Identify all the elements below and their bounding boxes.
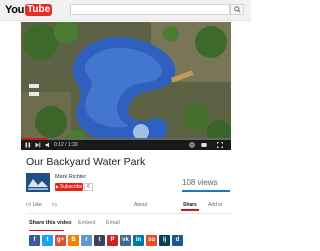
like-label: Like xyxy=(32,202,42,208)
action-bar: 👍︎ Like 👎︎ About Share Add to xyxy=(26,200,231,211)
logo-tube-text: Tube xyxy=(25,3,53,16)
divider xyxy=(26,213,231,214)
view-count: 108 views xyxy=(182,178,218,187)
tumblr-icon[interactable]: t xyxy=(94,235,105,246)
vk-icon[interactable]: vk xyxy=(120,235,131,246)
channel-avatar[interactable] xyxy=(26,173,50,192)
channel-name[interactable]: Mark Richter xyxy=(55,174,86,180)
share-tabs: Share this video Embed Email xyxy=(26,219,231,227)
player-controls: 0:12 / 1:30 xyxy=(21,138,231,150)
like-ratio-bar xyxy=(182,190,230,192)
share-tab-embed[interactable]: Embed xyxy=(78,219,95,227)
search-button[interactable] xyxy=(230,4,244,15)
share-tab-email[interactable]: Email xyxy=(106,219,120,227)
subscribe-label: Subscribe xyxy=(59,184,83,190)
current-time: 0:12 xyxy=(54,142,64,148)
linkedin-icon[interactable]: in xyxy=(133,235,144,246)
dislike-button[interactable]: 👎︎ xyxy=(52,200,57,210)
like-ratio-fill xyxy=(182,190,230,192)
settings-icon[interactable] xyxy=(189,142,195,148)
share-tab-indicator xyxy=(29,230,64,231)
subscribe-play-icon: ▶ xyxy=(55,184,59,189)
livejournal-icon[interactable]: lj xyxy=(159,235,170,246)
social-share-icons: f t g+ Br t Pvk in su lj d xyxy=(29,235,183,246)
share-tab-share[interactable]: Share this video xyxy=(29,219,72,227)
stumbleupon-icon[interactable]: su xyxy=(146,235,157,246)
youtube-logo[interactable]: You Tube xyxy=(5,3,53,16)
logo-you-text: You xyxy=(5,3,25,16)
twitter-icon[interactable]: t xyxy=(42,235,53,246)
google-plus-icon[interactable]: g+ xyxy=(55,235,66,246)
channel-logo-icon xyxy=(26,173,50,192)
search-icon xyxy=(233,6,241,13)
volume-icon[interactable] xyxy=(45,142,51,148)
like-button[interactable]: 👍︎ Like xyxy=(26,200,42,210)
time-display: 0:12 / 1:30 xyxy=(54,142,78,148)
duration: 1:30 xyxy=(67,142,78,148)
active-tab-indicator xyxy=(181,209,199,211)
tab-add-to[interactable]: Add to xyxy=(208,200,222,210)
subscribe-button[interactable]: ▶ Subscribe xyxy=(55,183,83,191)
digg-icon[interactable]: d xyxy=(172,235,183,246)
pause-icon[interactable] xyxy=(25,142,31,148)
video-player[interactable]: 0:12 / 1:30 xyxy=(21,22,231,150)
thumbs-down-icon: 👎︎ xyxy=(52,202,58,208)
youtube-watch-icon[interactable] xyxy=(201,142,207,148)
fullscreen-icon[interactable] xyxy=(217,142,223,148)
tab-about[interactable]: About xyxy=(134,200,147,210)
next-icon[interactable] xyxy=(35,142,41,148)
search-input[interactable] xyxy=(70,4,230,15)
subscriber-count: 6 xyxy=(84,183,93,191)
video-title: Our Backyard Water Park xyxy=(26,156,146,168)
progress-fill xyxy=(21,138,49,140)
video-frame xyxy=(21,22,231,150)
top-bar: You Tube xyxy=(0,0,251,21)
reddit-icon[interactable]: r xyxy=(81,235,92,246)
thumbs-up-icon: 👍︎ xyxy=(26,202,32,208)
progress-bar[interactable] xyxy=(21,138,231,140)
pinterest-icon[interactable]: P xyxy=(107,235,118,246)
facebook-icon[interactable]: f xyxy=(29,235,40,246)
blogger-icon[interactable]: B xyxy=(68,235,79,246)
